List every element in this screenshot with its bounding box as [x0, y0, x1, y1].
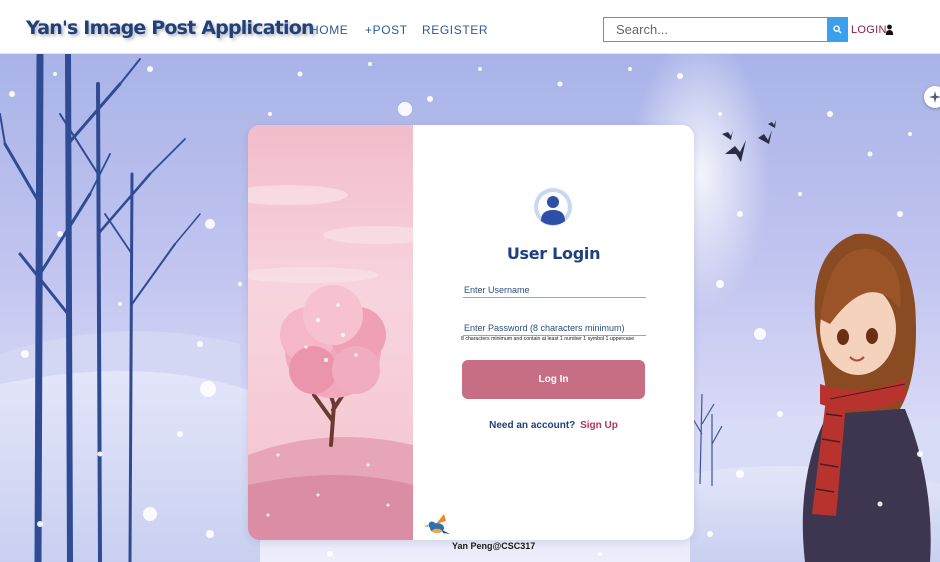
sparkle-fab-button[interactable]: [924, 86, 940, 108]
nav-link-home[interactable]: HOME: [310, 23, 348, 37]
login-card: User Login 8 characters minimum and cont…: [248, 125, 694, 540]
login-form: User Login 8 characters minimum and cont…: [413, 125, 694, 540]
brand-title[interactable]: Yan's Image Post Application: [26, 17, 314, 39]
search-icon: [833, 25, 842, 34]
footer-credit: Yan Peng@CSC317: [452, 541, 536, 551]
search-button[interactable]: [827, 17, 848, 42]
password-hint: 8 characters minimum and contain at leas…: [461, 336, 635, 342]
nav-link-register[interactable]: REGISTER: [422, 23, 488, 37]
signup-link[interactable]: Sign Up: [580, 420, 618, 431]
top-navbar: Yan's Image Post Application HOME +POST …: [0, 0, 940, 54]
search-input[interactable]: [603, 17, 828, 42]
signup-prompt-text: Need an account?: [489, 420, 576, 431]
form-title: User Login: [506, 244, 601, 263]
signup-prompt: Need an account? Sign Up: [413, 420, 694, 431]
nav-link-post[interactable]: +POST: [365, 23, 408, 37]
user-avatar-icon: [534, 188, 572, 226]
username-input[interactable]: [463, 282, 646, 298]
bird-icon: [424, 514, 450, 534]
cherry-blossom-illustration: [248, 125, 433, 540]
password-input[interactable]: [463, 320, 646, 336]
sparkle-icon: [929, 91, 940, 103]
nav-link-login[interactable]: LOGIN: [851, 24, 887, 36]
user-icon[interactable]: [885, 24, 894, 35]
login-button[interactable]: Log In: [462, 360, 645, 399]
